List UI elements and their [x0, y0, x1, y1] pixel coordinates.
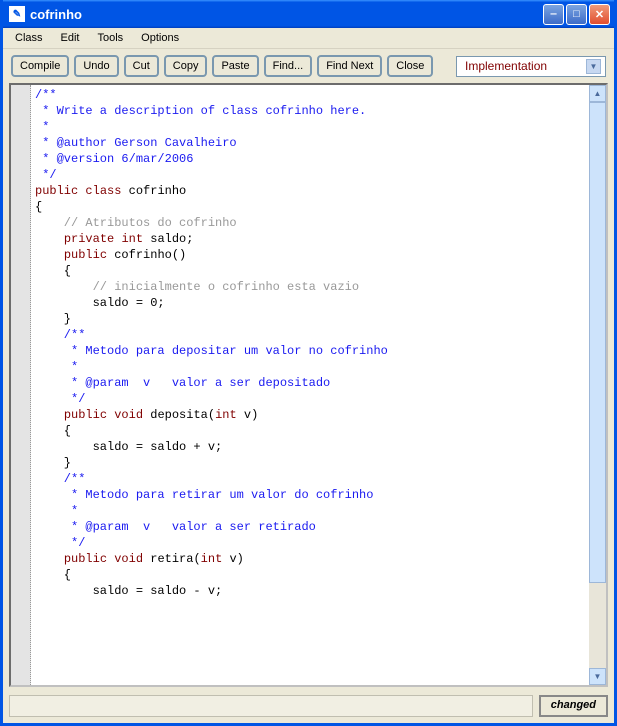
close-button[interactable]: Close [387, 55, 433, 77]
code-line: saldo = saldo - v; [35, 583, 585, 599]
code-line: public void retira(int v) [35, 551, 585, 567]
chevron-down-icon: ▼ [586, 59, 601, 74]
code-area[interactable]: /** * Write a description of class cofri… [31, 85, 589, 685]
app-icon: ✎ [9, 6, 25, 22]
code-line: * @param v valor a ser depositado [35, 375, 585, 391]
view-dropdown[interactable]: Implementation ▼ [456, 56, 606, 77]
vertical-scrollbar: ▲ ▼ [589, 85, 606, 685]
scroll-thumb[interactable] [589, 102, 606, 583]
menu-bar: Class Edit Tools Options [3, 28, 614, 49]
maximize-button[interactable]: □ [566, 4, 587, 25]
code-line: // Atributos do cofrinho [35, 215, 585, 231]
code-line: } [35, 311, 585, 327]
code-line: { [35, 199, 585, 215]
code-line: * @version 6/mar/2006 [35, 151, 585, 167]
status-badge: changed [539, 695, 608, 717]
code-line: saldo = saldo + v; [35, 439, 585, 455]
code-line: public class cofrinho [35, 183, 585, 199]
code-line: private int saldo; [35, 231, 585, 247]
menu-options[interactable]: Options [133, 30, 187, 46]
code-line: /** [35, 87, 585, 103]
paste-button[interactable]: Paste [212, 55, 258, 77]
code-line: * @author Gerson Cavalheiro [35, 135, 585, 151]
window-title: cofrinho [30, 7, 543, 22]
status-bar: changed [3, 691, 614, 723]
gutter [11, 85, 31, 685]
code-line: * [35, 119, 585, 135]
code-line: */ [35, 535, 585, 551]
menu-edit[interactable]: Edit [53, 30, 88, 46]
code-line: } [35, 455, 585, 471]
code-line: * @param v valor a ser retirado [35, 519, 585, 535]
toolbar: Compile Undo Cut Copy Paste Find... Find… [3, 49, 614, 83]
code-line: * Metodo para depositar um valor no cofr… [35, 343, 585, 359]
code-line: * [35, 359, 585, 375]
find-button[interactable]: Find... [264, 55, 313, 77]
scroll-down-button[interactable]: ▼ [589, 668, 606, 685]
find-next-button[interactable]: Find Next [317, 55, 382, 77]
scroll-up-button[interactable]: ▲ [589, 85, 606, 102]
code-line: public cofrinho() [35, 247, 585, 263]
title-bar: ✎ cofrinho ‒ □ ✕ [3, 0, 614, 28]
compile-button[interactable]: Compile [11, 55, 69, 77]
message-area [9, 695, 533, 717]
code-line: */ [35, 167, 585, 183]
code-line: * Write a description of class cofrinho … [35, 103, 585, 119]
window-buttons: ‒ □ ✕ [543, 4, 610, 25]
code-line: /** [35, 471, 585, 487]
undo-button[interactable]: Undo [74, 55, 118, 77]
menu-class[interactable]: Class [7, 30, 51, 46]
minimize-button[interactable]: ‒ [543, 4, 564, 25]
code-line: { [35, 423, 585, 439]
code-line: * Metodo para retirar um valor do cofrin… [35, 487, 585, 503]
code-line: * [35, 503, 585, 519]
cut-button[interactable]: Cut [124, 55, 159, 77]
menu-tools[interactable]: Tools [89, 30, 131, 46]
code-line: { [35, 263, 585, 279]
code-line: // inicialmente o cofrinho esta vazio [35, 279, 585, 295]
scroll-track[interactable] [589, 102, 606, 668]
editor: /** * Write a description of class cofri… [9, 83, 608, 687]
copy-button[interactable]: Copy [164, 55, 208, 77]
code-line: saldo = 0; [35, 295, 585, 311]
code-line: public void deposita(int v) [35, 407, 585, 423]
code-line: /** [35, 327, 585, 343]
code-line: */ [35, 391, 585, 407]
dropdown-selected: Implementation [465, 59, 547, 73]
code-line: { [35, 567, 585, 583]
close-window-button[interactable]: ✕ [589, 4, 610, 25]
